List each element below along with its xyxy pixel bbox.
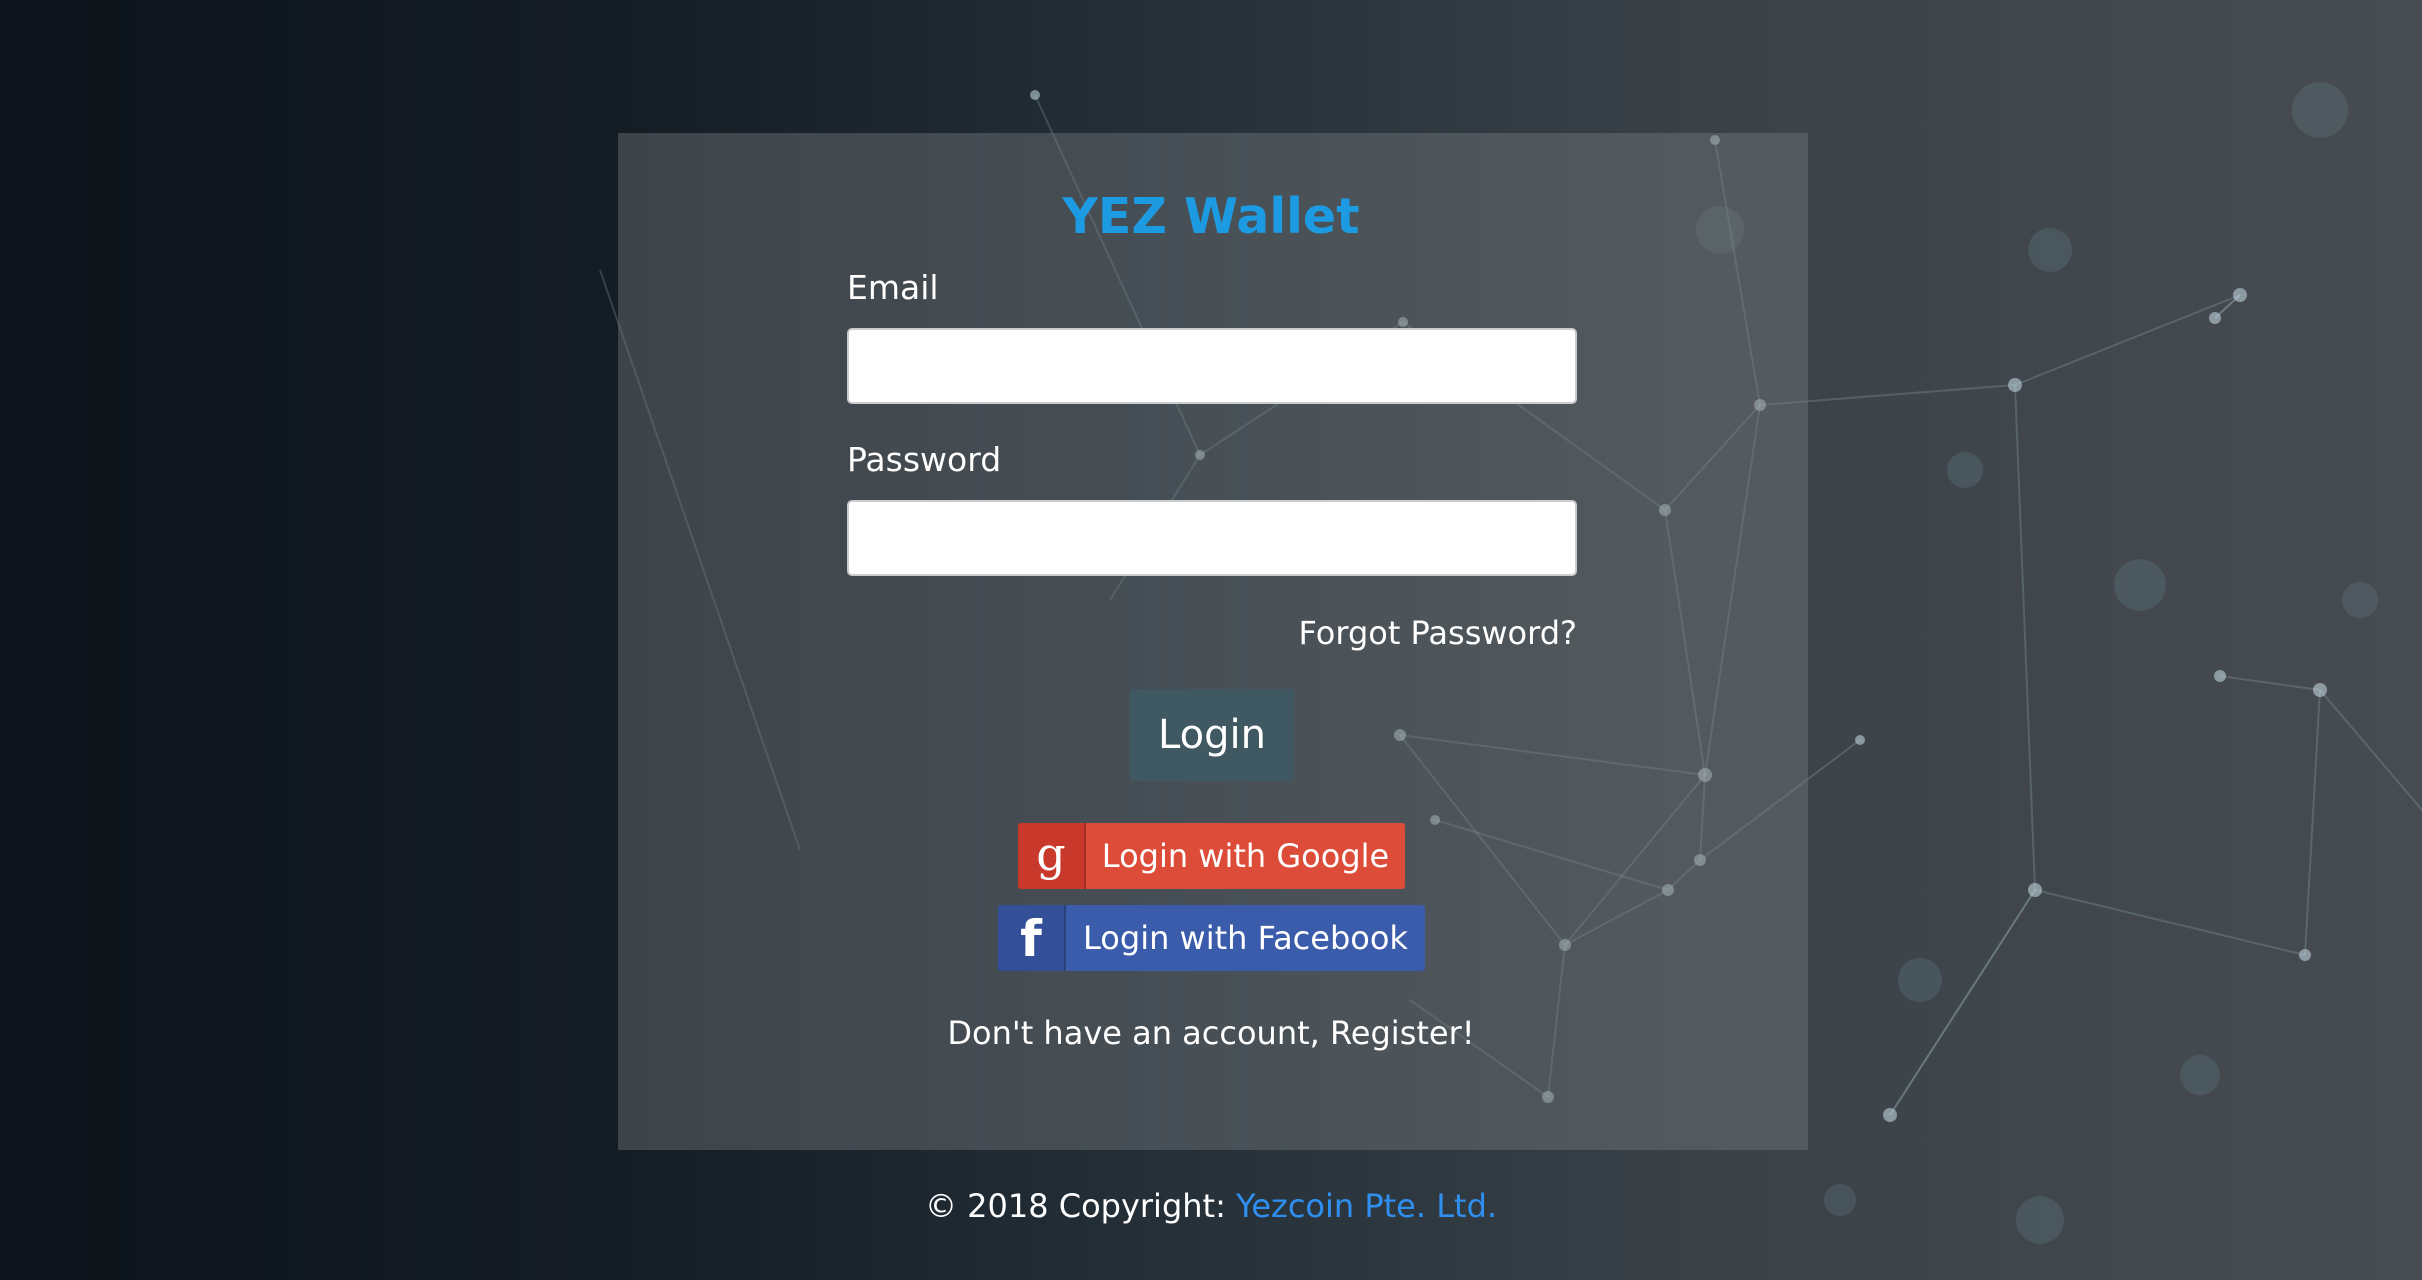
password-input[interactable] [847, 500, 1577, 576]
email-input[interactable] [847, 328, 1577, 404]
facebook-f-icon: f [998, 905, 1066, 971]
login-with-google-button[interactable]: g Login with Google [1018, 823, 1405, 889]
google-button-label: Login with Google [1101, 837, 1390, 875]
login-card [618, 133, 1808, 1150]
svg-text:f: f [1020, 914, 1043, 962]
svg-text:g: g [1036, 830, 1065, 881]
footer: © 2018 Copyright: Yezcoin Pte. Ltd. [0, 1184, 2422, 1228]
register-prompt: Don't have an account, Register! [0, 1011, 2422, 1055]
login-page: YEZ Wallet Email Password Forgot Passwor… [0, 0, 2422, 1280]
email-label: Email [847, 268, 939, 307]
register-link[interactable]: Don't have an account, Register! [947, 1014, 1474, 1052]
company-link[interactable]: Yezcoin Pte. Ltd. [1236, 1187, 1497, 1225]
google-g-icon: g [1018, 823, 1086, 889]
facebook-button-label: Login with Facebook [1083, 919, 1408, 957]
forgot-password-link[interactable]: Forgot Password? [1299, 611, 1578, 655]
login-button[interactable]: Login [1130, 689, 1294, 781]
login-with-facebook-button[interactable]: f Login with Facebook [998, 905, 1425, 971]
page-title: YEZ Wallet [1062, 188, 1360, 245]
password-label: Password [847, 440, 1002, 479]
footer-copyright: © 2018 Copyright: [924, 1187, 1226, 1225]
